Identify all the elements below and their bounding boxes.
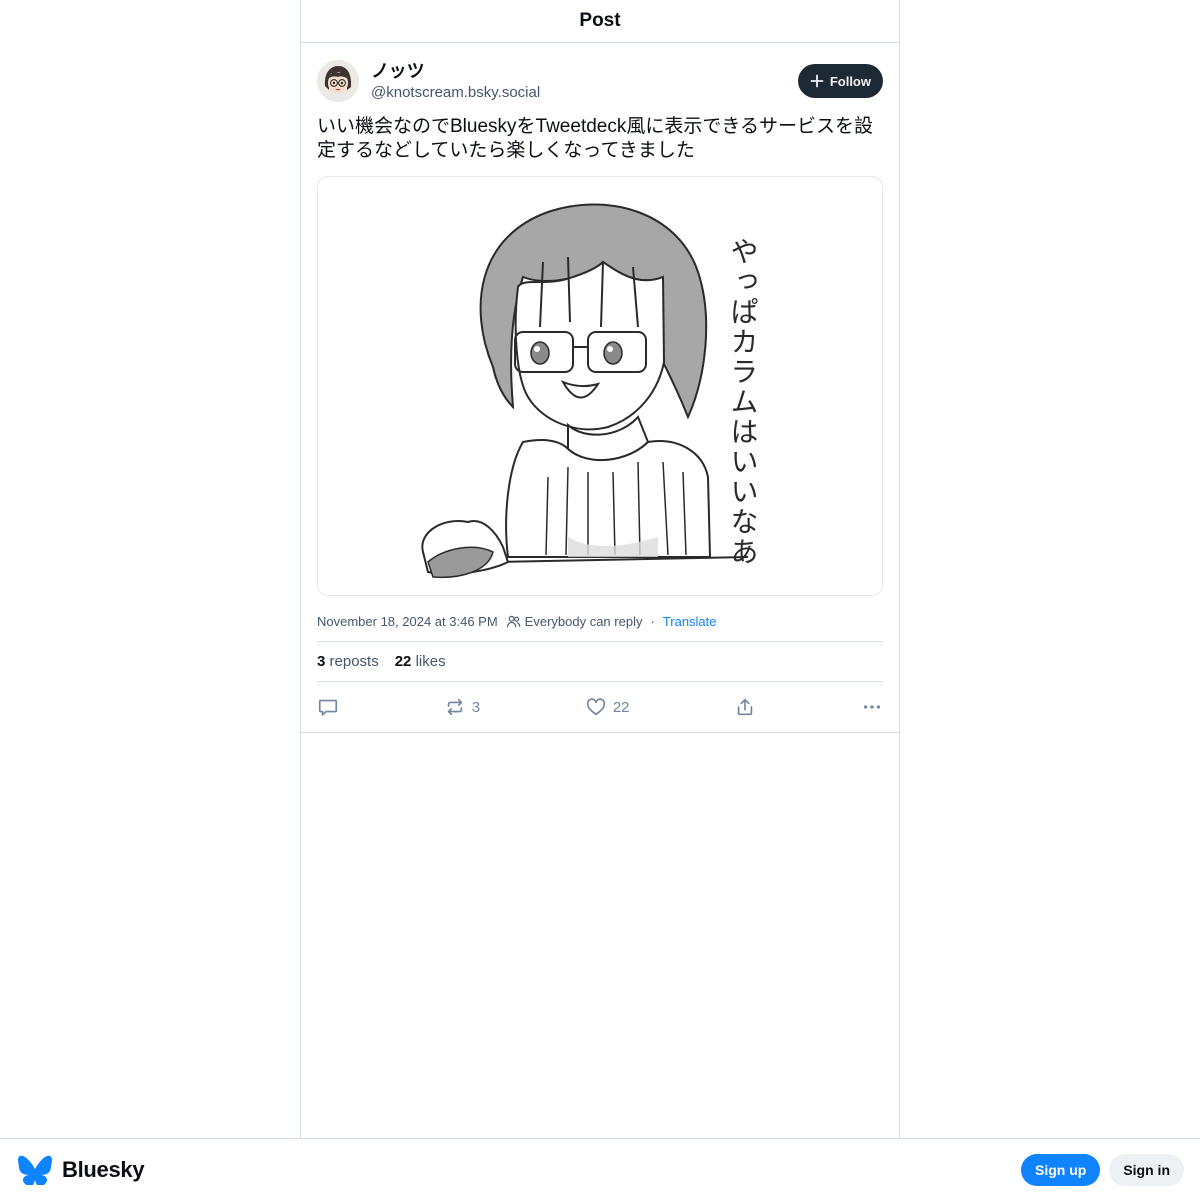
reply-setting-label: Everybody can reply	[524, 613, 643, 629]
avatar[interactable]	[317, 60, 359, 102]
bluesky-logo[interactable]: Bluesky	[18, 1155, 145, 1185]
translate-link[interactable]: Translate	[663, 614, 717, 629]
follow-button[interactable]: Follow	[797, 64, 883, 98]
reposts-count: 3	[317, 653, 326, 670]
more-button[interactable]	[861, 696, 883, 718]
people-icon	[506, 615, 520, 627]
reposts-stat[interactable]: 3 reposts	[317, 653, 379, 670]
author-display-name[interactable]: ノッツ	[371, 60, 798, 82]
reply-setting: Everybody can reply	[506, 613, 643, 629]
post-timestamp[interactable]: November 18, 2024 at 3:46 PM	[317, 614, 498, 629]
brand-name: Bluesky	[62, 1156, 145, 1182]
author-names: ノッツ @knotscream.bsky.social	[371, 60, 798, 103]
author-row: ノッツ @knotscream.bsky.social Follow	[317, 59, 883, 103]
post-image[interactable]: やっぱカラムはいいなあ	[317, 176, 883, 596]
author-handle[interactable]: @knotscream.bsky.social	[371, 83, 798, 103]
follow-label: Follow	[829, 73, 871, 89]
likes-count: 22	[394, 653, 412, 670]
share-icon	[737, 698, 753, 716]
repost-count: 3	[471, 698, 481, 716]
post: ノッツ @knotscream.bsky.social Follow いい機会な…	[301, 43, 899, 733]
meta-separator: ·	[650, 613, 655, 629]
like-button[interactable]: 22	[585, 696, 630, 718]
post-meta: November 18, 2024 at 3:46 PM Everybody c…	[317, 612, 883, 630]
post-thread-column: Post ノッツ @knotscream.bsky.social Follow …	[300, 0, 900, 1138]
post-text: いい機会なのでBlueskyをTweetdeck風に表示できるサービスを設定する…	[317, 116, 873, 161]
comment-icon	[318, 699, 338, 716]
auth-buttons: Sign up Sign in	[1021, 1153, 1184, 1186]
page-title: Post	[579, 10, 621, 31]
drawing-of-girl-with-glasses-icon: やっぱカラムはいいなあ	[421, 203, 760, 579]
post-actions: 3 22	[317, 682, 883, 732]
reposts-label: reposts	[329, 653, 379, 670]
share-button[interactable]	[734, 696, 756, 718]
plus-icon	[810, 74, 824, 88]
post-stats: 3 reposts 22 likes	[317, 641, 883, 682]
reply-button[interactable]	[317, 696, 339, 718]
avatar-illustration-icon	[317, 60, 359, 102]
bottom-bar: Bluesky Sign up Sign in	[0, 1138, 1200, 1200]
sign-in-button[interactable]: Sign in	[1109, 1153, 1184, 1186]
sign-up-button[interactable]: Sign up	[1021, 1153, 1101, 1186]
butterfly-icon	[18, 1155, 52, 1185]
repost-button[interactable]: 3	[444, 696, 480, 718]
like-count: 22	[612, 698, 630, 716]
likes-label: likes	[415, 653, 446, 670]
heart-icon	[586, 698, 605, 716]
likes-stat[interactable]: 22 likes	[395, 653, 446, 670]
page-header: Post	[301, 0, 899, 43]
handwritten-caption: やっぱカラムはいいなあ	[727, 237, 760, 567]
repost-icon	[447, 698, 462, 716]
more-icon	[863, 705, 881, 709]
